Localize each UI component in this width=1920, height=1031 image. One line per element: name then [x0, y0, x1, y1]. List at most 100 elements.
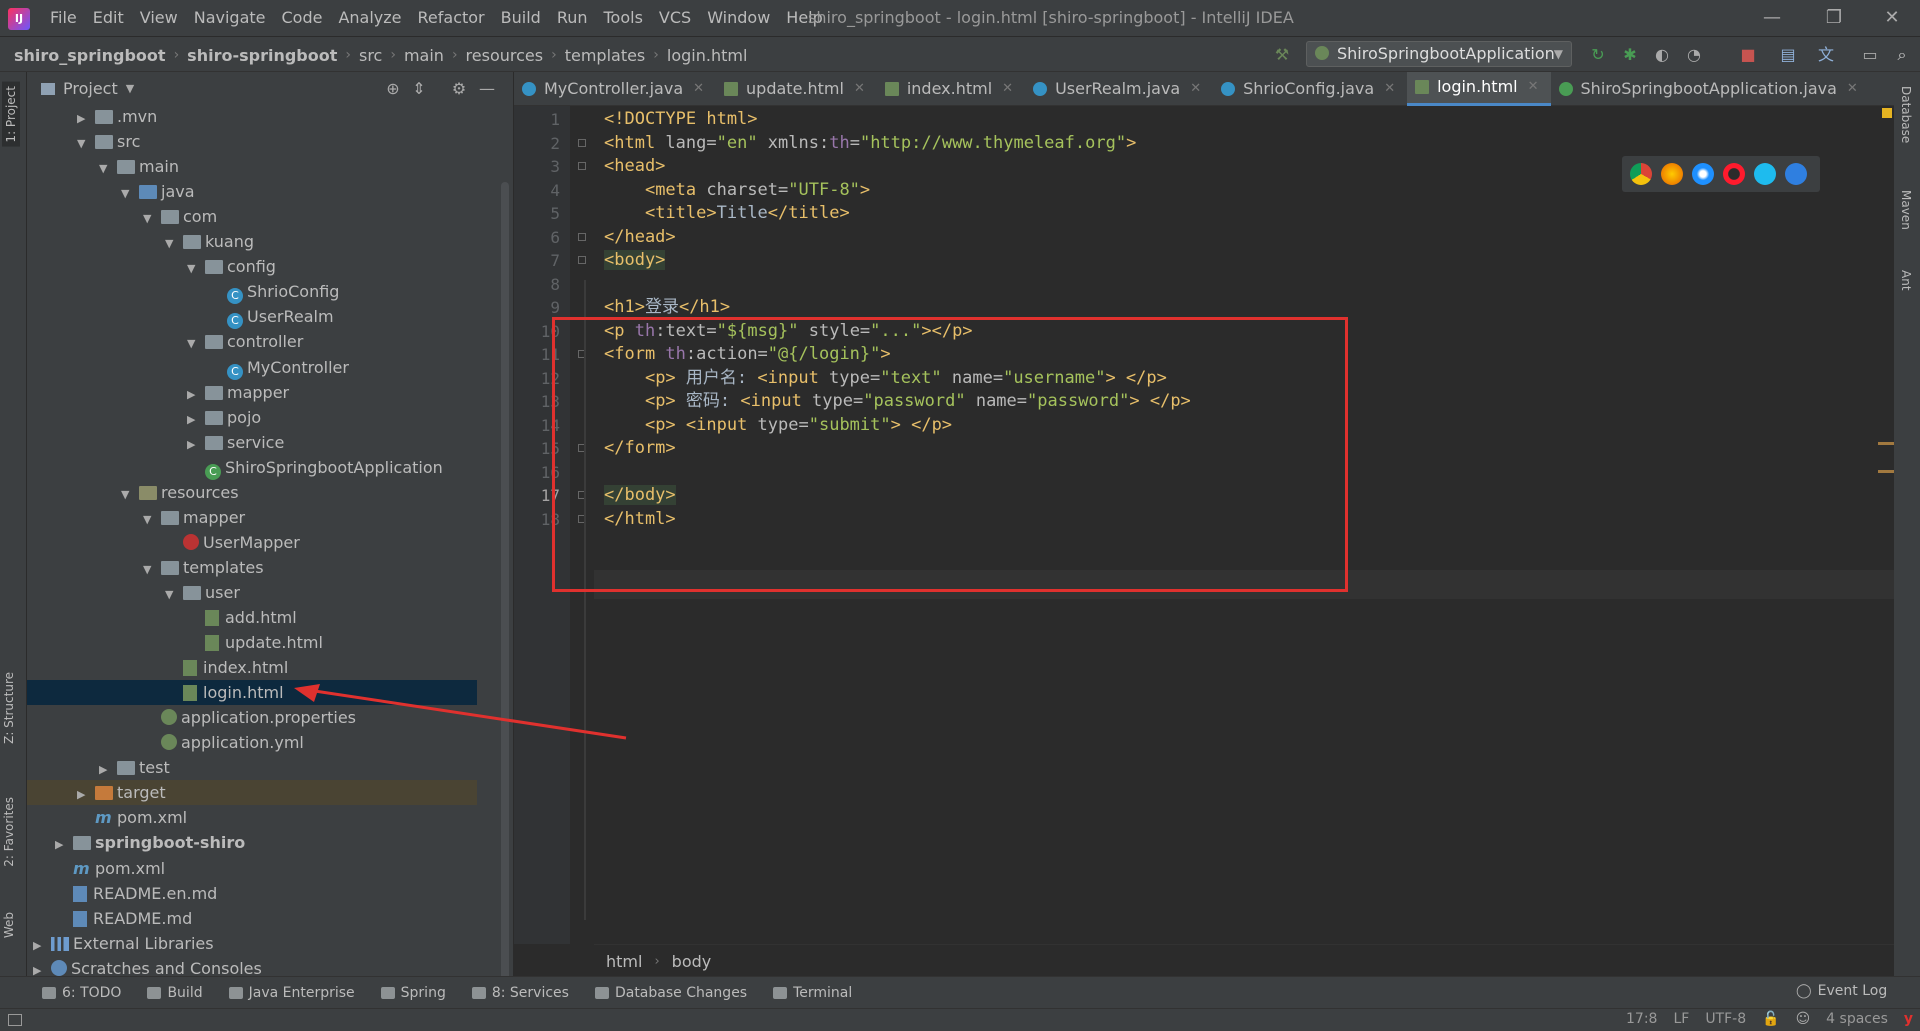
expanded-arrow-icon[interactable]: ▼ [121, 181, 139, 206]
editor-tab[interactable]: index.html ✕ [877, 72, 1025, 106]
web-tool-tab[interactable]: Web [2, 912, 16, 938]
tree-item[interactable]: ▶ mapper [27, 380, 477, 405]
breadcrumb-item[interactable]: src [359, 46, 382, 65]
project-tool-tab[interactable]: 1: Project [2, 82, 20, 147]
rerun-icon[interactable]: ↻ [1588, 45, 1608, 65]
expanded-arrow-icon[interactable]: ▼ [143, 557, 161, 582]
hide-panel-icon[interactable]: — [477, 79, 497, 99]
close-tab-icon[interactable]: ✕ [1847, 72, 1858, 106]
ant-tool-tab[interactable]: Ant [1899, 270, 1913, 291]
tree-item[interactable]: m pom.xml [27, 856, 477, 881]
search-icon[interactable]: ⌕ [1892, 45, 1912, 65]
tree-item[interactable]: ▶ service [27, 430, 477, 455]
collapsed-arrow-icon[interactable]: ▶ [77, 106, 95, 131]
bottom-tool-button[interactable]: Java Enterprise [228, 985, 355, 1001]
coverage-icon[interactable]: ◐ [1652, 45, 1672, 65]
close-tab-icon[interactable]: ✕ [1190, 72, 1201, 106]
tree-item[interactable]: C ShiroSpringbootApplication [27, 455, 477, 480]
inspection-status-icon[interactable] [1882, 108, 1892, 118]
scroll-marker[interactable] [1878, 442, 1894, 445]
breadcrumb-item[interactable]: resources [466, 46, 544, 65]
database-tool-tab[interactable]: Database [1899, 86, 1913, 143]
tree-item[interactable]: ▼ resources [27, 480, 477, 505]
internet-explorer-icon[interactable] [1754, 163, 1776, 185]
locate-file-icon[interactable]: ⊕ [383, 79, 403, 99]
restore-button[interactable]: ❐ [1806, 0, 1862, 36]
tree-item[interactable]: ▼ java [27, 179, 477, 204]
collapsed-arrow-icon[interactable]: ▶ [99, 757, 117, 782]
fold-marker-icon[interactable] [578, 162, 586, 170]
bottom-tool-button[interactable]: Database Changes [594, 985, 747, 1001]
expanded-arrow-icon[interactable]: ▼ [187, 331, 205, 356]
structure-tool-tab[interactable]: Z: Structure [2, 672, 16, 744]
tree-item[interactable]: ▶ External Libraries [27, 931, 477, 956]
tree-item[interactable]: ▶ .mvn [27, 104, 477, 129]
menu-code[interactable]: Code [274, 0, 331, 36]
profiler-icon[interactable]: ◔ [1684, 45, 1704, 65]
close-window-button[interactable]: ✕ [1864, 0, 1920, 36]
collapse-all-icon[interactable]: ⇕ [409, 79, 429, 99]
expanded-arrow-icon[interactable]: ▼ [99, 156, 117, 181]
tree-item[interactable]: ▼ mapper [27, 505, 477, 530]
menu-window[interactable]: Window [699, 0, 778, 36]
close-tab-icon[interactable]: ✕ [1384, 72, 1395, 106]
minimize-button[interactable]: — [1744, 0, 1800, 36]
menu-navigate[interactable]: Navigate [186, 0, 274, 36]
collapsed-arrow-icon[interactable]: ▶ [187, 407, 205, 432]
breadcrumb-item[interactable]: main [404, 46, 444, 65]
menu-vcs[interactable]: VCS [651, 0, 699, 36]
bottom-tool-button[interactable]: Build [147, 985, 203, 1001]
tree-item[interactable]: C MyController [27, 355, 477, 380]
plugin-status-icon[interactable]: y [1904, 1011, 1913, 1027]
tree-item[interactable]: ▼ config [27, 254, 477, 279]
maven-tool-tab[interactable]: Maven [1899, 190, 1913, 230]
scroll-marker[interactable] [1878, 470, 1894, 473]
debug-icon[interactable]: ✱ [1620, 45, 1640, 65]
close-tab-icon[interactable]: ✕ [854, 72, 865, 106]
menu-analyze[interactable]: Analyze [330, 0, 409, 36]
tree-item[interactable]: add.html [27, 605, 477, 630]
gear-icon[interactable]: ⚙ [449, 79, 469, 99]
tree-item[interactable]: ▼ user [27, 580, 477, 605]
fold-marker-icon[interactable] [578, 256, 586, 264]
menu-file[interactable]: File [42, 0, 85, 36]
menu-build[interactable]: Build [493, 0, 549, 36]
expanded-arrow-icon[interactable]: ▼ [165, 231, 183, 256]
editor-tab[interactable]: ShiroSpringbootApplication.java ✕ [1551, 72, 1870, 106]
expanded-arrow-icon[interactable]: ▼ [121, 482, 139, 507]
presentation-icon[interactable]: ▭ [1860, 45, 1880, 65]
collapsed-arrow-icon[interactable]: ▶ [33, 933, 51, 958]
lock-icon[interactable]: 🔓 [1762, 1011, 1779, 1027]
menu-view[interactable]: View [132, 0, 186, 36]
collapsed-arrow-icon[interactable]: ▶ [55, 832, 73, 857]
build-hammer-icon[interactable]: ⚒ [1272, 45, 1292, 65]
tree-item[interactable]: ▼ com [27, 204, 477, 229]
translate-icon[interactable]: 文 [1816, 45, 1836, 65]
collapsed-arrow-icon[interactable]: ▶ [77, 782, 95, 807]
collapsed-arrow-icon[interactable]: ▶ [187, 432, 205, 457]
editor-tab[interactable]: ShrioConfig.java ✕ [1213, 72, 1407, 106]
project-scrollbar[interactable] [501, 182, 509, 982]
breadcrumb-item[interactable]: shiro-springboot [187, 46, 337, 65]
bottom-tool-button[interactable]: 8: Services [471, 985, 569, 1001]
tree-item[interactable]: update.html [27, 630, 477, 655]
caret-position[interactable]: 17:8 [1626, 1011, 1657, 1027]
tree-item[interactable]: ▼ templates [27, 555, 477, 580]
editor-tab[interactable]: login.html ✕ [1407, 70, 1551, 106]
stop-icon[interactable]: ■ [1738, 45, 1758, 65]
menu-run[interactable]: Run [549, 0, 596, 36]
expanded-arrow-icon[interactable]: ▼ [165, 582, 183, 607]
fold-marker-icon[interactable] [578, 138, 586, 147]
breadcrumb-item[interactable]: shiro_springboot [14, 46, 166, 65]
safari-icon[interactable] [1692, 163, 1714, 185]
tree-item[interactable]: m pom.xml [27, 805, 477, 830]
event-log-button[interactable]: ◯ Event Log [1796, 983, 1887, 999]
edge-icon[interactable] [1785, 163, 1807, 185]
tree-item[interactable]: ▼ src [27, 129, 477, 154]
crumb-body[interactable]: body [672, 952, 712, 971]
tree-item[interactable]: ▶ test [27, 755, 477, 780]
tree-item[interactable]: UserMapper [27, 530, 477, 555]
close-tab-icon[interactable]: ✕ [1002, 72, 1013, 106]
tree-item[interactable]: C ShrioConfig [27, 279, 477, 305]
close-tab-icon[interactable]: ✕ [1528, 70, 1539, 104]
